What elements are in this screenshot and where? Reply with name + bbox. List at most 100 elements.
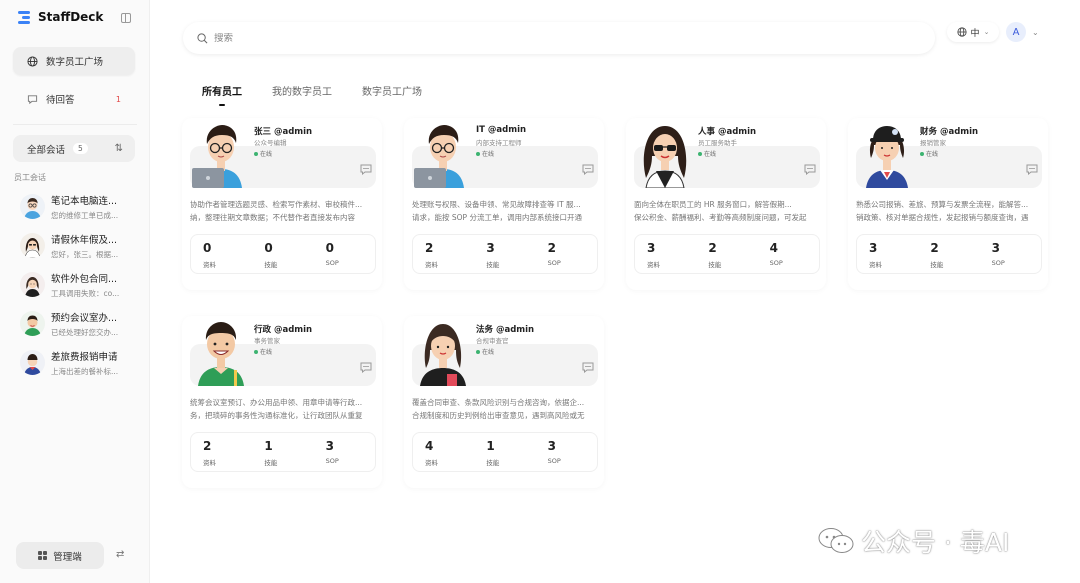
sidebar-collapse-icon[interactable] [121,13,131,23]
nav-item-plaza[interactable]: 数字员工广场 [13,47,135,75]
conversation-list: 笔记本电脑连... 您的维修工单已成... 请假休年假及... 您好，张三。根据… [20,187,135,382]
tab-my-employees[interactable]: 我的数字员工 [272,83,332,106]
search-bar[interactable] [183,22,935,54]
user-menu[interactable]: A ⌄ [1006,22,1039,42]
employee-name: 法务 @admin [476,325,535,335]
status-badge: 在线 [476,149,494,158]
brand-name: StaffDeck [38,10,104,24]
chat-icon[interactable] [1026,160,1038,176]
status-badge: 在线 [920,149,938,158]
conversation-title: 差旅费报销申请 [51,351,118,363]
status-badge: 在线 [476,347,494,356]
employee-card-legal[interactable]: 法务 @admin 合规审查官 在线 覆盖合同审查、条款风险识别与合规咨询，依据… [404,316,604,488]
staffdeck-logo-icon [18,10,32,24]
employee-avatar [866,126,908,188]
nav-item-plaza-label: 数字员工广场 [46,57,104,68]
message-icon [27,94,38,105]
tab-all-employees[interactable]: 所有员工 [202,83,242,106]
conversation-title: 请假休年假及... [51,234,118,246]
employee-role: 内部支持工程师 [476,139,522,147]
globe-icon [27,55,38,67]
conversation-count-badge: 5 [73,143,88,154]
conversation-item[interactable]: 软件外包合同... 工具调用失败：co... [20,265,135,304]
grid-icon [38,551,48,560]
employee-avatar [414,125,464,188]
conversation-item[interactable]: 预约会议室办... 已经处理好您交办... [20,304,135,343]
employee-avatar [198,322,244,386]
stat-docs: 0 资料 [203,241,216,269]
search-input[interactable] [214,32,814,44]
stat-skills: 2 技能 [930,241,944,269]
employee-stats: 4 资料 1 技能 3 SOP [412,432,598,472]
employee-avatar [192,125,242,188]
sidebar: StaffDeck 数字员工广场 待回答 1 全部会话 5 ⇅ 员工会话 笔记本… [0,0,150,583]
status-badge: 在线 [698,149,716,158]
conversation-snippet: 您的维修工单已成... [51,210,119,220]
conversation-snippet: 上海出差的餐补标... [51,366,119,376]
tab-plaza[interactable]: 数字员工广场 [362,83,422,106]
employee-role: 合规审查官 [476,337,509,345]
stat-docs: 3 资料 [869,241,882,269]
employee-description: 面向全体在职员工的 HR 服务窗口，解答假期... 保公积金、薪酬福利、考勤等高… [634,200,807,222]
chat-icon[interactable] [582,358,594,374]
avatar [20,233,45,258]
employee-name: 人事 @admin [698,127,757,137]
stat-sop: 3 SOP [325,439,339,465]
watermark-text: 公众号 · 毒AI [861,528,1010,557]
conversation-snippet: 工具调用失败：co... [51,288,120,298]
employee-card-finance[interactable]: 财务 @admin 报销管家 在线 熟悉公司报销、差旅、预算与发票全流程，能解答… [848,118,1048,290]
chat-icon[interactable] [804,160,816,176]
switch-icon[interactable]: ⇄ [116,549,124,560]
avatar [20,272,45,297]
conversation-item[interactable]: 请假休年假及... 您好，张三。根据... [20,226,135,265]
wechat-icon [818,528,854,553]
chat-icon[interactable] [582,160,594,176]
section-label: 员工会话 [14,173,46,182]
chevron-down-icon: ⌄ [1032,27,1039,37]
stat-docs: 2 资料 [203,439,216,467]
employee-description: 熟悉公司报销、差旅、预算与发票全流程，能解答... 销政策、核对单据合规性，发起… [856,200,1029,222]
conversation-item[interactable]: 差旅费报销申请 上海出差的餐补标... [20,343,135,382]
employee-card-admin[interactable]: 行政 @admin 事务管家 在线 统筹会议室预订、办公用品申领、用章申请等行政… [182,316,382,488]
chevron-down-icon: ⌄ [983,28,990,36]
employee-stats: 2 资料 1 技能 3 SOP [190,432,376,472]
stat-skills: 2 技能 [708,241,722,269]
employee-name: IT @admin [476,125,527,135]
admin-button[interactable]: 管理端 [16,542,104,569]
sidebar-divider [13,124,137,125]
employee-avatar [643,126,687,188]
conversation-filter-label: 全部会话 [27,144,66,156]
nav-item-pending[interactable]: 待回答 1 [13,85,135,113]
employee-description: 覆盖合同审查、条款风险识别与合规咨询，依据企... 合规制度和历史判例给出审查意… [412,398,585,420]
employee-avatar [420,324,466,386]
chat-icon[interactable] [360,160,372,176]
tab-bar: 所有员工 我的数字员工 数字员工广场 [202,83,452,106]
conversation-snippet: 已经处理好您交办... [51,327,119,337]
chat-icon[interactable] [360,358,372,374]
language-selector[interactable]: 中 ⌄ [947,22,999,42]
pending-count-badge: 1 [115,94,121,104]
employee-card-hr[interactable]: 人事 @admin 员工服务助手 在线 面向全体在职员工的 HR 服务窗口，解答… [626,118,826,290]
employee-role: 员工服务助手 [698,139,737,147]
avatar [20,194,45,219]
admin-button-label: 管理端 [53,551,82,563]
stat-sop: 3 SOP [547,439,561,465]
language-label: 中 [970,28,980,39]
conversation-item[interactable]: 笔记本电脑连... 您的维修工单已成... [20,187,135,226]
employee-stats: 0 资料 0 技能 0 SOP [190,234,376,274]
stat-skills: 0 技能 [264,241,278,269]
nav-item-pending-label: 待回答 [46,95,75,106]
stat-sop: 4 SOP [769,241,783,267]
employee-name: 行政 @admin [254,325,313,335]
avatar [20,350,45,375]
employee-card-zhangsan[interactable]: 张三 @admin 公众号编辑 在线 协助作者管理选题灵感、检索写作素材、审校稿… [182,118,382,290]
status-badge: 在线 [254,149,272,158]
avatar [20,311,45,336]
brand[interactable]: StaffDeck [18,10,103,24]
sort-icon[interactable]: ⇅ [115,143,123,154]
employee-stats: 3 资料 2 技能 4 SOP [634,234,820,274]
stat-sop: 3 SOP [991,241,1005,267]
avatar: A [1006,22,1026,42]
conversation-filter[interactable]: 全部会话 5 ⇅ [13,135,135,162]
employee-card-it[interactable]: IT @admin 内部支持工程师 在线 处理账号权限、设备申领、常见故障排查等… [404,118,604,290]
